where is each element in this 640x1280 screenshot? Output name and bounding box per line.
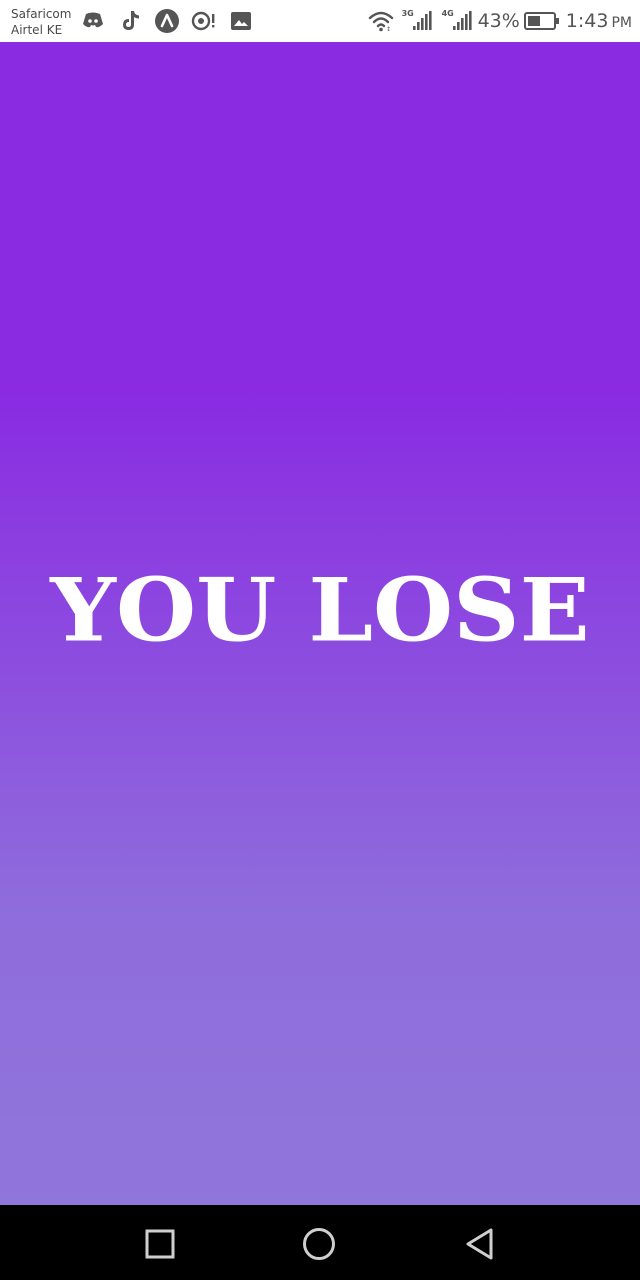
carrier-1: Safaricom xyxy=(11,7,72,21)
home-button[interactable] xyxy=(302,1227,336,1261)
wifi-icon: ↕ xyxy=(368,10,394,32)
notification-icon xyxy=(191,8,217,34)
svg-text:↕: ↕ xyxy=(386,26,391,32)
circle-icon xyxy=(303,1228,335,1260)
back-button[interactable] xyxy=(463,1227,497,1261)
carrier-2: Airtel KE xyxy=(11,23,63,37)
signal-icon-sim2: 4G xyxy=(442,8,472,34)
carrier-names: Safaricom Airtel KE xyxy=(11,6,71,38)
notification-icons xyxy=(80,8,265,34)
game-area[interactable]: YOU LOSE xyxy=(0,42,640,1205)
system-icons: ↕ 3G 4G 43% 1:43 PM xyxy=(368,8,632,34)
clock-time: 1:43 xyxy=(565,10,609,32)
result-text: YOU LOSE xyxy=(50,558,590,662)
gallery-icon xyxy=(228,8,254,34)
battery-icon xyxy=(523,11,560,31)
clock: 1:43 PM xyxy=(566,10,632,32)
clock-ampm: PM xyxy=(611,15,632,31)
battery-percent: 43% xyxy=(477,10,520,32)
screen: Safaricom Airtel KE ↕ 3G 4G 43% 1:43 PM … xyxy=(0,0,640,1280)
tiktok-icon xyxy=(117,8,143,34)
back-triangle-icon xyxy=(466,1228,493,1260)
square-icon xyxy=(145,1229,175,1259)
status-bar: Safaricom Airtel KE ↕ 3G 4G 43% 1:43 PM xyxy=(0,0,640,42)
discord-icon xyxy=(80,8,106,34)
navigation-bar xyxy=(0,1205,640,1280)
app-icon xyxy=(154,8,180,34)
signal-icon-sim1: 3G xyxy=(402,8,432,34)
recents-button[interactable] xyxy=(143,1227,177,1261)
